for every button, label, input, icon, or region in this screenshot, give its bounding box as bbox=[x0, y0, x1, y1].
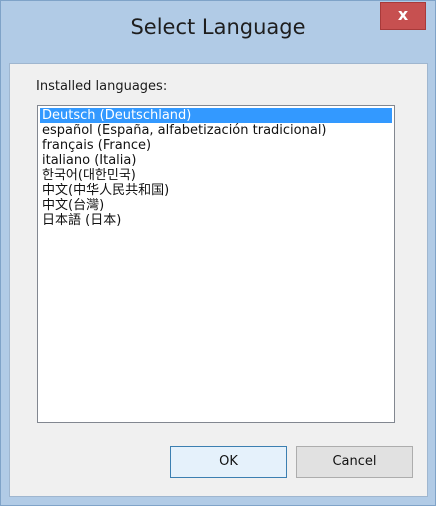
title-bar[interactable]: Select Language x bbox=[1, 1, 435, 65]
list-item[interactable]: 中文(中华人民共和国) bbox=[40, 183, 392, 198]
close-button[interactable]: x bbox=[380, 2, 426, 30]
ok-button[interactable]: OK bbox=[170, 446, 287, 478]
list-item[interactable]: français (France) bbox=[40, 138, 392, 153]
cancel-button[interactable]: Cancel bbox=[296, 446, 413, 478]
list-item[interactable]: 한국어(대한민국) bbox=[40, 168, 392, 183]
select-language-dialog: Select Language x Installed languages: D… bbox=[0, 0, 436, 506]
language-listbox[interactable]: Deutsch (Deutschland) español (España, a… bbox=[37, 105, 395, 423]
list-item[interactable]: Deutsch (Deutschland) bbox=[40, 108, 392, 123]
list-item[interactable]: italiano (Italia) bbox=[40, 153, 392, 168]
list-item[interactable]: 中文(台灣) bbox=[40, 198, 392, 213]
dialog-body: Installed languages: Deutsch (Deutschlan… bbox=[9, 63, 428, 497]
list-item[interactable]: 日本語 (日本) bbox=[40, 213, 392, 228]
dialog-title: Select Language bbox=[130, 15, 306, 39]
installed-languages-label: Installed languages: bbox=[36, 79, 168, 94]
list-item[interactable]: español (España, alfabetización tradicio… bbox=[40, 123, 392, 138]
